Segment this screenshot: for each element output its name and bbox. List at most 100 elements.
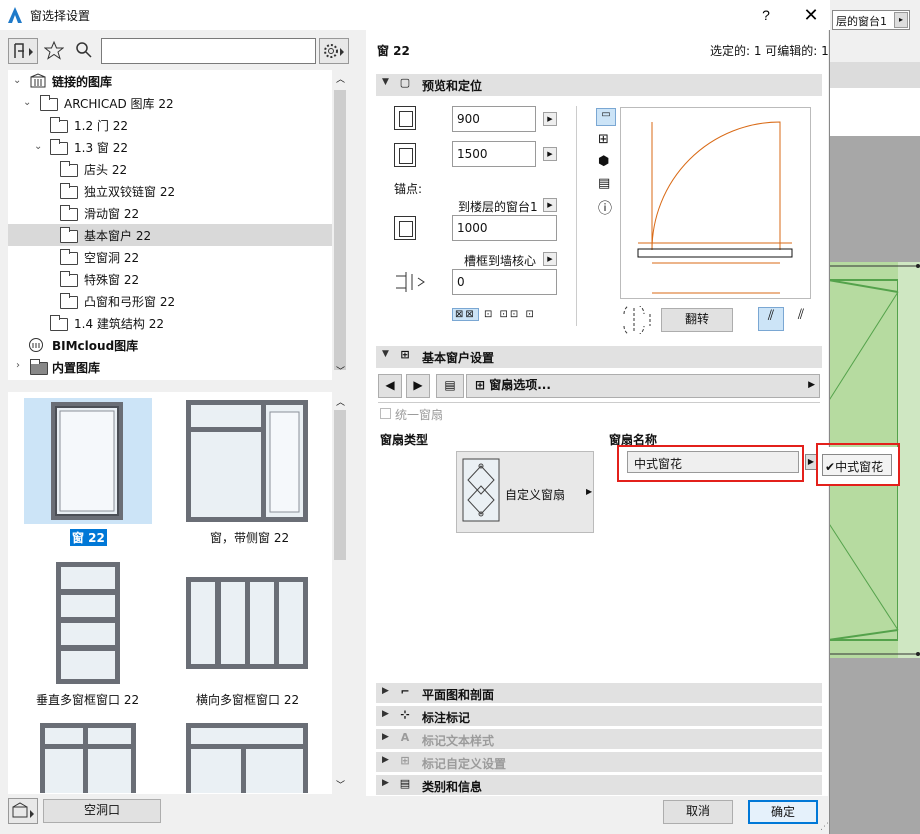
tree-item-label: 内置图库 (52, 359, 100, 376)
tree-item-storefront[interactable]: 店头 22 (8, 158, 332, 180)
uniform-sash-checkbox[interactable] (380, 408, 391, 419)
section-view-icon[interactable]: ▤ (598, 176, 610, 191)
help-button[interactable]: ? (756, 4, 776, 26)
chevron-right-icon[interactable]: › (16, 360, 20, 371)
tree-item-sliding[interactable]: 滑动窗 22 (8, 202, 332, 224)
section-dimension-marker[interactable]: ▶ ⊹ 标注标记 (376, 706, 822, 726)
folder-icon (60, 296, 78, 309)
ok-button[interactable]: 确定 (748, 800, 818, 824)
close-button[interactable]: ✕ (796, 2, 826, 28)
height-field[interactable]: 1500 (452, 141, 536, 167)
section-classification[interactable]: ▶ ▤ 类别和信息 (376, 775, 822, 795)
width-arrow-icon[interactable]: ▶ (543, 112, 557, 126)
search-input[interactable] (101, 38, 316, 64)
folder-icon (30, 362, 48, 375)
chevron-down-icon[interactable]: ⌄ (23, 97, 31, 108)
previous-page-button[interactable]: ◀ (378, 374, 402, 398)
chevron-right-icon: ▶ (586, 487, 592, 496)
scroll-down-icon[interactable]: ﹀ (336, 364, 345, 377)
library-settings-button[interactable] (319, 38, 349, 64)
info-icon[interactable]: ⓘ (598, 198, 612, 218)
tree-item-special[interactable]: 特殊窗 22 (8, 268, 332, 290)
thumbnail-partial-image[interactable] (40, 723, 136, 793)
triangle-right-icon: ▶ (382, 709, 389, 719)
sill-height-field[interactable]: 1000 (452, 215, 557, 241)
folder-icon (60, 208, 78, 221)
section-title: 标记文本样式 (422, 732, 494, 749)
reveal-reference-label[interactable]: 槽框到墙核心 (464, 252, 536, 269)
scroll-up-icon[interactable]: ︿ (336, 72, 345, 85)
folder-icon (60, 252, 78, 265)
tree-item-linked-libraries[interactable]: ⌄ 链接的图库 (8, 70, 332, 92)
next-page-button[interactable]: ▶ (406, 374, 430, 398)
3d-view-icon[interactable]: ⬢ (598, 154, 609, 169)
tree-item-basic-window[interactable]: 基本窗户 22 (8, 224, 332, 246)
flip-button[interactable]: 翻转 (661, 308, 733, 332)
library-manager-button[interactable] (8, 798, 38, 824)
story-arrow-icon[interactable]: ▸ (894, 12, 908, 28)
sill-reference-arrow-icon[interactable]: ▶ (543, 198, 557, 212)
background-band (828, 62, 920, 88)
tree-item-archicad-library[interactable]: ⌄ ARCHICAD 图库 22 (8, 92, 332, 114)
chevron-down-icon[interactable]: ⌄ (34, 141, 42, 152)
tree-item-label: 特殊窗 22 (84, 271, 139, 288)
thumbnail-window-image[interactable] (50, 401, 124, 521)
tree-item-doors[interactable]: 1.2 门 22 (8, 114, 332, 136)
tree-item-label: 基本窗户 22 (84, 227, 151, 244)
panel-splitter[interactable] (350, 30, 364, 834)
thumbnail-horizontal-multi-image[interactable] (186, 577, 308, 669)
divider (378, 402, 820, 403)
section-basic-window-settings[interactable]: ▼ ⊞ 基本窗户设置 (376, 346, 822, 368)
elevation-view-icon[interactable]: ⊞ (598, 132, 609, 147)
tree-scrollbar-thumb[interactable] (334, 90, 346, 370)
folder-icon (50, 120, 68, 133)
divider (576, 106, 577, 326)
scroll-up-icon[interactable]: ︿ (336, 395, 345, 408)
section-title: 基本窗户设置 (422, 349, 494, 366)
triangle-right-icon: ▶ (382, 755, 389, 765)
section-title: 平面图和剖面 (422, 686, 494, 703)
reveal-depth-field[interactable]: 0 (452, 269, 557, 295)
library-view-button[interactable] (8, 38, 38, 64)
tree-item-bimcloud[interactable]: BIMcloud图库 (8, 334, 332, 356)
chevron-down-icon[interactable]: ⌄ (13, 75, 21, 86)
thumbnails-scrollbar-thumb[interactable] (334, 410, 346, 560)
tree-item-structure[interactable]: 1.4 建筑结构 22 (8, 312, 332, 334)
thumbnail-vertical-multi-image[interactable] (56, 562, 120, 684)
tree-item-empty-opening[interactable]: 空窗洞 22 (8, 246, 332, 268)
sash-options-dropdown[interactable]: ⊞ 窗扇选项... ▶ (466, 374, 820, 398)
folder-icon (60, 274, 78, 287)
thumbnail-partial-image[interactable] (186, 723, 308, 793)
resize-grip-icon[interactable]: ⋰ (820, 822, 829, 832)
width-field[interactable]: 900 (452, 106, 536, 132)
section-preview-positioning[interactable]: ▼ ▢ 预览和定位 (376, 74, 822, 96)
page-list-button[interactable]: ▤ (436, 374, 464, 398)
library-building-icon (28, 337, 44, 352)
height-arrow-icon[interactable]: ▶ (543, 147, 557, 161)
tree-item-label: 空窗洞 22 (84, 249, 139, 266)
empty-opening-button[interactable]: 空洞口 (43, 799, 161, 823)
folder-icon (60, 186, 78, 199)
reveal-reference-arrow-icon[interactable]: ▶ (543, 252, 557, 266)
library-person-icon (9, 39, 37, 63)
tree-item-casement[interactable]: 独立双铰链窗 22 (8, 180, 332, 202)
thumbnail-caption: 横向多窗框窗口 22 (196, 691, 299, 708)
section-marker-custom[interactable]: ▶ ⊞ 标记自定义设置 (376, 752, 822, 772)
mirror-right-icon[interactable]: ⫽ (790, 307, 812, 331)
scroll-down-icon[interactable]: ﹀ (336, 778, 345, 791)
thumbnail-caption: 窗，带侧窗 22 (210, 529, 289, 546)
anchor-position-icons[interactable]: ⊠⊠ ⊡ ⊡⊡ ⊡ (452, 309, 540, 329)
window-settings-icon: ⊞ (396, 348, 414, 364)
favorites-star-icon[interactable] (44, 40, 64, 60)
tree-item-windows[interactable]: ⌄ 1.3 窗 22 (8, 136, 332, 158)
thumbnail-window-sidelight-image[interactable] (186, 400, 308, 522)
section-plan-section[interactable]: ▶ ⌐ 平面图和剖面 (376, 683, 822, 703)
mirror-left-icon[interactable]: ⫽ (758, 307, 784, 331)
section-marker-text-style[interactable]: ▶ A 标记文本样式 (376, 729, 822, 749)
plan-view-icon[interactable]: ▭ (596, 108, 616, 126)
tree-item-bay[interactable]: 凸窗和弓形窗 22 (8, 290, 332, 312)
cancel-button[interactable]: 取消 (663, 800, 733, 824)
anchor-selected-icon[interactable]: ⊠⊠ (452, 308, 479, 321)
tree-item-builtin[interactable]: › 内置图库 (8, 356, 332, 378)
sill-reference-label[interactable]: 到楼层的窗台1 (458, 198, 538, 215)
